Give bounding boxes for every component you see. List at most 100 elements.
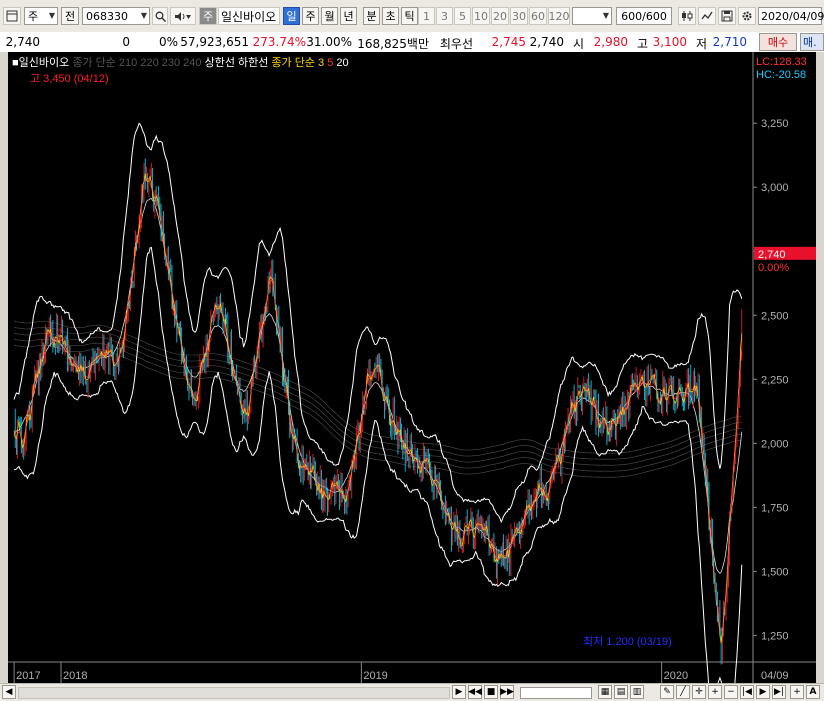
interval-button-20[interactable]: 20 [491,7,509,25]
period-button-0[interactable]: 일 [283,7,300,25]
open-label: 시 [572,37,584,51]
interval-button-5[interactable]: 5 [454,7,471,25]
chevron-down-icon: ▼ [48,11,55,20]
candle-icon [682,11,693,21]
font-button[interactable]: A [806,685,820,699]
add-indicator-button[interactable]: + [790,685,804,699]
chart-area[interactable]: 1,2501,5001,7502,0002,2502,5002,7503,000… [8,52,816,701]
scroll-right-button[interactable]: ▶ [756,685,770,699]
grid-button[interactable]: ▤ [614,685,628,699]
settings-button[interactable] [738,7,756,25]
lc-label: LC:128.33 [756,56,807,68]
period-button-6[interactable]: 틱 [401,7,418,25]
interval-button-30[interactable]: 30 [510,7,528,25]
window-icon[interactable] [3,7,21,25]
stop-button[interactable]: ■ [484,685,498,699]
period-button-5[interactable]: 초 [382,7,399,25]
grid-icon: ▤ [616,687,626,697]
price-chart[interactable]: 1,2501,5001,7502,0002,2502,5002,7503,000… [8,52,816,701]
save-button[interactable] [718,7,736,25]
open-price: 2,980 [593,35,628,49]
legend-item: 240 [183,57,204,69]
x-tick-label: 2020 [664,670,688,682]
price-change: 0 [122,35,130,49]
volume: 57,923,651 [180,35,249,49]
play-button[interactable]: ▶ [452,685,466,699]
rewind-icon: ◀◀ [468,687,482,697]
zoom-in-icon: + [711,687,719,697]
low-label: 저 [695,37,707,51]
window-glyph-icon [6,10,18,22]
zoom-slider[interactable] [520,687,592,699]
scroll-left-button[interactable]: ◀ [2,685,16,699]
zoom-out-button[interactable]: − [724,685,738,699]
interval-button-3[interactable]: 3 [436,7,453,25]
legend-item: 종가 단순 3 [271,56,327,69]
chart-type-button[interactable] [678,7,696,25]
y-tick-label: 2,000 [761,438,789,450]
interval-button-60[interactable]: 60 [529,7,547,25]
draw-tool-button[interactable]: ✎ [660,685,674,699]
plus-icon: + [793,687,801,697]
scroll-start-icon: |◀ [742,687,752,697]
legend-item: 상한선 [205,56,238,69]
best-ask: 2,745 [491,35,526,49]
count-value: 600 [621,9,643,23]
legend-title: ■일신바이오 [12,55,72,69]
scroll-start-button[interactable]: |◀ [740,685,754,699]
layout-icon: ▥ [632,687,642,697]
interval-button-10[interactable]: 10 [472,7,490,25]
x-tick-label: 2018 [63,670,87,682]
speaker-button[interactable] [170,7,196,25]
period-button-3[interactable]: 년 [340,7,357,25]
line-tool-icon: ╱ [680,687,686,697]
crosshair-button[interactable]: ✛ [692,685,706,699]
fast-forward-button[interactable]: ▶▶ [500,685,514,699]
trend-button[interactable] [698,7,716,25]
interval-select[interactable]: ▼ [572,7,612,25]
search-button[interactable] [152,7,168,25]
buy-button[interactable]: 매수 [759,33,797,51]
low-annotation: 최저 1,200 (03/19) [583,635,672,648]
y-tick-label: 1,250 [761,630,789,642]
font-icon: A [809,687,817,697]
interval-button-1[interactable]: 1 [418,7,435,25]
market-select[interactable]: 주 ▼ [24,7,58,25]
layout-button[interactable]: ▥ [630,685,644,699]
zoom-in-button[interactable]: + [708,685,722,699]
legend-item: 220 [140,57,161,69]
line-tool-button[interactable]: ╱ [676,685,690,699]
low-price: 2,710 [712,35,747,49]
period-button-1[interactable]: 주 [302,7,319,25]
trend-icon [701,11,713,20]
best-label: 최우선 [439,37,473,51]
date-field[interactable]: 2020/04/09 [758,7,824,25]
y-tick-label: 1,500 [761,566,789,578]
stock-name-label: 일신바이오 [218,7,280,25]
period-button-4[interactable]: 분 [363,7,380,25]
price-change-label: 0.00% [758,262,789,274]
scroll-right-icon: ▶ [759,687,767,697]
info-button[interactable]: 주 [199,7,217,25]
y-tick-label: 3,250 [761,118,789,130]
sell-button[interactable]: 매. [800,33,824,51]
scroll-end-icon: ▶| [774,687,784,697]
horizontal-scrollbar[interactable] [18,687,450,699]
interval-button-120[interactable]: 120 [548,7,570,25]
count-field[interactable]: 600/600 [616,7,672,25]
fast-forward-icon: ▶▶ [500,687,514,697]
left-scroll-strip [0,52,8,683]
legend-item: 20 [336,57,348,69]
rewind-button[interactable]: ◀◀ [468,685,482,699]
prev-button[interactable]: 전 [61,7,79,25]
gear-icon [742,11,752,21]
scroll-end-button[interactable]: ▶| [772,685,786,699]
period-button-2[interactable]: 월 [321,7,338,25]
bottom-bar: ◀ ▶ ◀◀ ■ ▶▶ ▦ ▤ ▥ ✎ ╱ ✛ + − |◀ ▶ ▶| + A [0,683,824,701]
view-toggle-button[interactable]: ▦ [598,685,612,699]
hc-label: HC:-20.58 [756,69,806,81]
play-icon: ▶ [455,687,463,697]
legend-item: 종가 단순 [72,56,119,69]
stock-code-input[interactable]: 068330 ▼ [82,7,150,25]
scroll-left-icon: ◀ [5,687,13,697]
